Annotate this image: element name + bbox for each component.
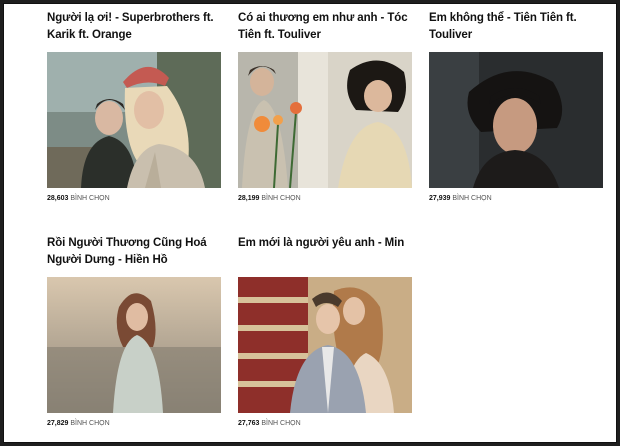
song-thumbnail[interactable]	[238, 52, 412, 188]
song-title[interactable]: Người lạ ơi! - Superbrothers ft. Karik f…	[47, 10, 221, 44]
photo-image	[47, 277, 221, 413]
song-thumbnail[interactable]	[47, 277, 221, 413]
photo-image	[429, 52, 603, 188]
song-card-1[interactable]: Người lạ ơi! - Superbrothers ft. Karik f…	[47, 10, 221, 204]
vote-number: 28,603	[47, 195, 69, 202]
photo-image	[238, 52, 412, 188]
vote-label: BÌNH CHỌN	[70, 420, 110, 427]
vote-number: 27,763	[238, 420, 260, 427]
song-card-5[interactable]: Em mới là người yêu anh - Min 27,763 BÌN…	[238, 235, 412, 429]
photo-image	[47, 52, 221, 188]
page-frame: Người lạ ơi! - Superbrothers ft. Karik f…	[3, 3, 617, 443]
vote-count: 28,603 BÌNH CHỌN	[47, 194, 221, 204]
song-title[interactable]: Em mới là người yêu anh - Min	[238, 235, 412, 269]
vote-count: 27,763 BÌNH CHỌN	[238, 419, 412, 429]
vote-number: 27,829	[47, 420, 69, 427]
vote-count: 27,829 BÌNH CHỌN	[47, 419, 221, 429]
vote-label: BÌNH CHỌN	[261, 420, 301, 427]
song-thumbnail[interactable]	[429, 52, 603, 188]
song-card-2[interactable]: Có ai thương em như anh - Tóc Tiên ft. T…	[238, 10, 412, 204]
song-title[interactable]: Có ai thương em như anh - Tóc Tiên ft. T…	[238, 10, 412, 44]
vote-count: 28,199 BÌNH CHỌN	[238, 194, 412, 204]
photo-image	[238, 277, 412, 413]
vote-number: 27,939	[429, 195, 451, 202]
song-card-3[interactable]: Em không thể - Tiên Tiên ft. Touliver 27…	[429, 10, 603, 204]
song-title[interactable]: Em không thể - Tiên Tiên ft. Touliver	[429, 10, 603, 44]
vote-label: BÌNH CHỌN	[261, 195, 301, 202]
vote-label: BÌNH CHỌN	[70, 195, 110, 202]
vote-count: 27,939 BÌNH CHỌN	[429, 194, 603, 204]
vote-number: 28,199	[238, 195, 260, 202]
song-thumbnail[interactable]	[47, 52, 221, 188]
song-title[interactable]: Rồi Người Thương Cũng Hoá Người Dưng - H…	[47, 235, 221, 269]
song-thumbnail[interactable]	[238, 277, 412, 413]
vote-label: BÌNH CHỌN	[452, 195, 492, 202]
song-card-4[interactable]: Rồi Người Thương Cũng Hoá Người Dưng - H…	[47, 235, 221, 429]
